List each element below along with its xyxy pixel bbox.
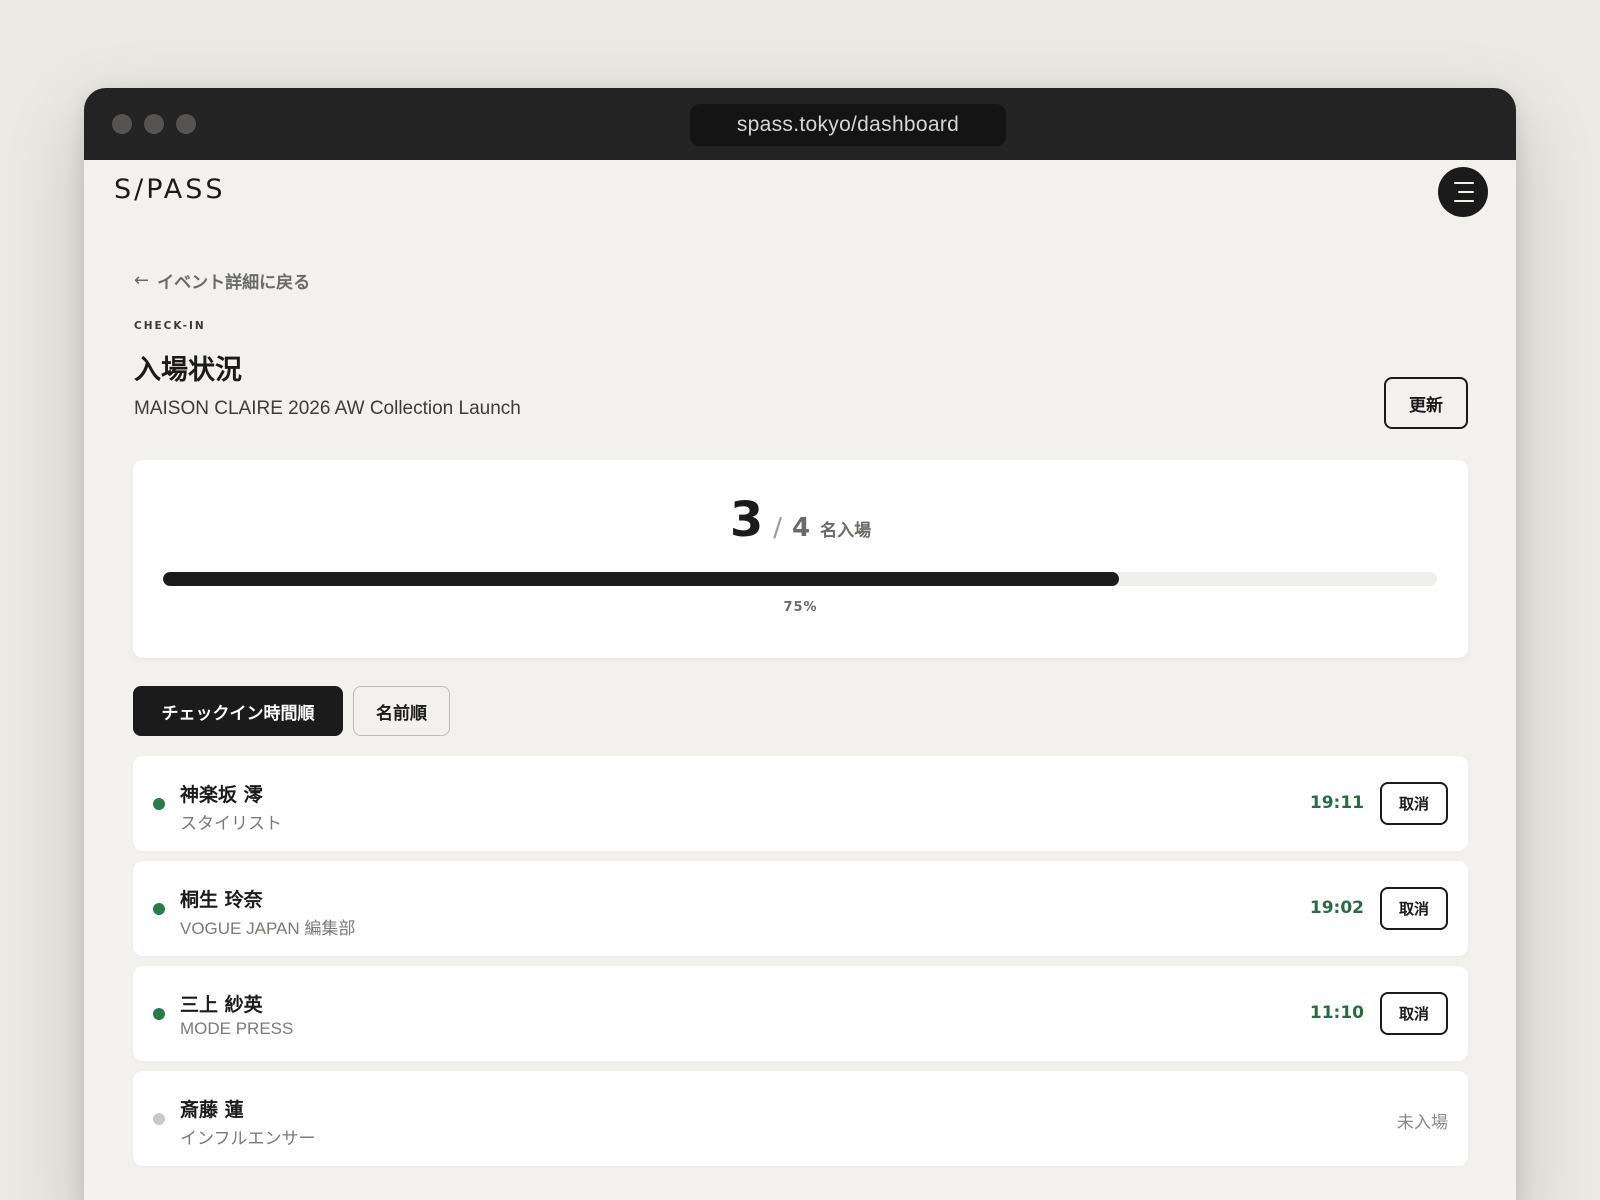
- browser-window: spass.tokyo/dashboard S/PASS ← イベント詳細に戻る…: [84, 88, 1516, 1200]
- checkin-count: 3 / 4 名入場: [133, 492, 1468, 548]
- checkin-progress-fill: [163, 572, 1119, 586]
- guest-affiliation: MODE PRESS: [180, 1019, 294, 1038]
- minimize-window-button[interactable]: [144, 114, 164, 134]
- guest-name: 斎藤 蓮: [180, 1099, 244, 1121]
- checkin-time: 19:02: [1309, 898, 1364, 918]
- guest-row: 斎藤 蓮 インフルエンサー 未入場: [133, 1071, 1468, 1166]
- checkin-time: 11:10: [1309, 1003, 1364, 1023]
- guest-row: 三上 紗英 MODE PRESS 11:10 取消: [133, 966, 1468, 1061]
- cancel-checkin-button[interactable]: 取消: [1380, 887, 1448, 930]
- checked-in-status-dot: [153, 798, 165, 810]
- checked-in-status-dot: [153, 1008, 165, 1020]
- guest-affiliation: VOGUE JAPAN 編集部: [180, 919, 356, 938]
- count-separator: /: [773, 513, 783, 543]
- section-eyebrow: CHECK-IN: [134, 320, 206, 332]
- checked-in-count: 3: [729, 492, 764, 548]
- refresh-button[interactable]: 更新: [1384, 377, 1468, 429]
- cancel-checkin-button[interactable]: 取消: [1380, 782, 1448, 825]
- guest-affiliation: インフルエンサー: [180, 1129, 316, 1148]
- guest-name: 三上 紗英: [180, 994, 263, 1016]
- not-entered-status: 未入場: [1397, 1113, 1448, 1133]
- guest-name: 神楽坂 澪: [180, 784, 263, 806]
- browser-titlebar: spass.tokyo/dashboard: [84, 88, 1516, 160]
- menu-button[interactable]: [1438, 167, 1488, 217]
- guest-name: 桐生 玲奈: [180, 889, 263, 911]
- guest-list: 神楽坂 澪 スタイリスト 19:11 取消 桐生 玲奈 VOGUE JAPAN …: [133, 756, 1468, 1176]
- sort-tab-checkin-time[interactable]: チェックイン時間順: [133, 686, 343, 736]
- back-to-event-link[interactable]: ← イベント詳細に戻る: [134, 268, 310, 293]
- event-name: MAISON CLAIRE 2026 AW Collection Launch: [134, 398, 521, 419]
- count-unit: 名入場: [820, 521, 872, 541]
- hamburger-icon-line: [1454, 200, 1474, 202]
- site-logo[interactable]: S/PASS: [114, 174, 226, 205]
- page-content: S/PASS ← イベント詳細に戻る CHECK-IN 入場状況 MAISON …: [84, 160, 1516, 1200]
- sort-tab-name[interactable]: 名前順: [353, 686, 450, 736]
- guest-row: 桐生 玲奈 VOGUE JAPAN 編集部 19:02 取消: [133, 861, 1468, 956]
- hamburger-icon-line: [1458, 191, 1474, 193]
- back-link-label: イベント詳細に戻る: [157, 273, 311, 293]
- guest-affiliation: スタイリスト: [180, 814, 282, 833]
- checkin-time: 19:11: [1309, 793, 1364, 813]
- not-entered-status-dot: [153, 1113, 165, 1125]
- checked-in-status-dot: [153, 903, 165, 915]
- guest-row: 神楽坂 澪 スタイリスト 19:11 取消: [133, 756, 1468, 851]
- url-bar[interactable]: spass.tokyo/dashboard: [690, 104, 1006, 146]
- total-count: 4: [792, 513, 811, 543]
- cancel-checkin-button[interactable]: 取消: [1380, 992, 1448, 1035]
- page-title: 入場状況: [134, 355, 242, 386]
- checkin-stats-card: 3 / 4 名入場 75%: [133, 460, 1468, 658]
- progress-percent-label: 75%: [783, 600, 818, 615]
- sort-tabs: チェックイン時間順 名前順: [133, 686, 450, 736]
- hamburger-icon: [1454, 182, 1474, 184]
- arrow-left-icon: ←: [134, 270, 150, 291]
- checkin-progress-bar: [163, 572, 1437, 586]
- maximize-window-button[interactable]: [176, 114, 196, 134]
- close-window-button[interactable]: [112, 114, 132, 134]
